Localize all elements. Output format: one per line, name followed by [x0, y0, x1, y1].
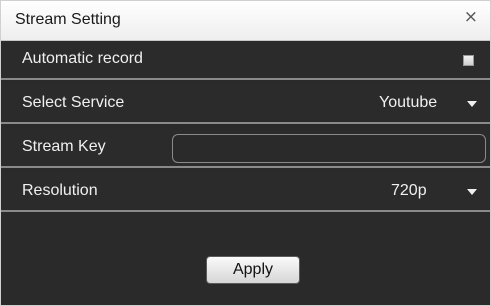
stream-setting-dialog: Stream Setting × Automatic record Select…: [0, 0, 491, 306]
automatic-record-row: Automatic record: [1, 41, 490, 80]
resolution-dropdown[interactable]: 720p: [391, 182, 427, 200]
service-dropdown[interactable]: Youtube: [379, 94, 437, 112]
chevron-down-icon[interactable]: [467, 189, 477, 195]
select-service-label: Select Service: [22, 94, 125, 111]
stream-key-label: Stream Key: [22, 138, 106, 155]
dialog-titlebar: Stream Setting ×: [1, 1, 490, 41]
chevron-down-icon[interactable]: [467, 101, 477, 107]
automatic-record-checkbox[interactable]: [463, 55, 474, 66]
stream-key-row: Stream Key: [1, 129, 490, 168]
resolution-row: Resolution 720p: [1, 173, 490, 212]
close-icon[interactable]: ×: [464, 9, 478, 26]
resolution-label: Resolution: [22, 182, 98, 199]
automatic-record-label: Automatic record: [22, 50, 143, 67]
select-service-row: Select Service Youtube: [1, 85, 490, 124]
stream-key-input[interactable]: [172, 134, 486, 163]
apply-button[interactable]: Apply: [206, 256, 300, 284]
dialog-title: Stream Setting: [15, 11, 121, 28]
